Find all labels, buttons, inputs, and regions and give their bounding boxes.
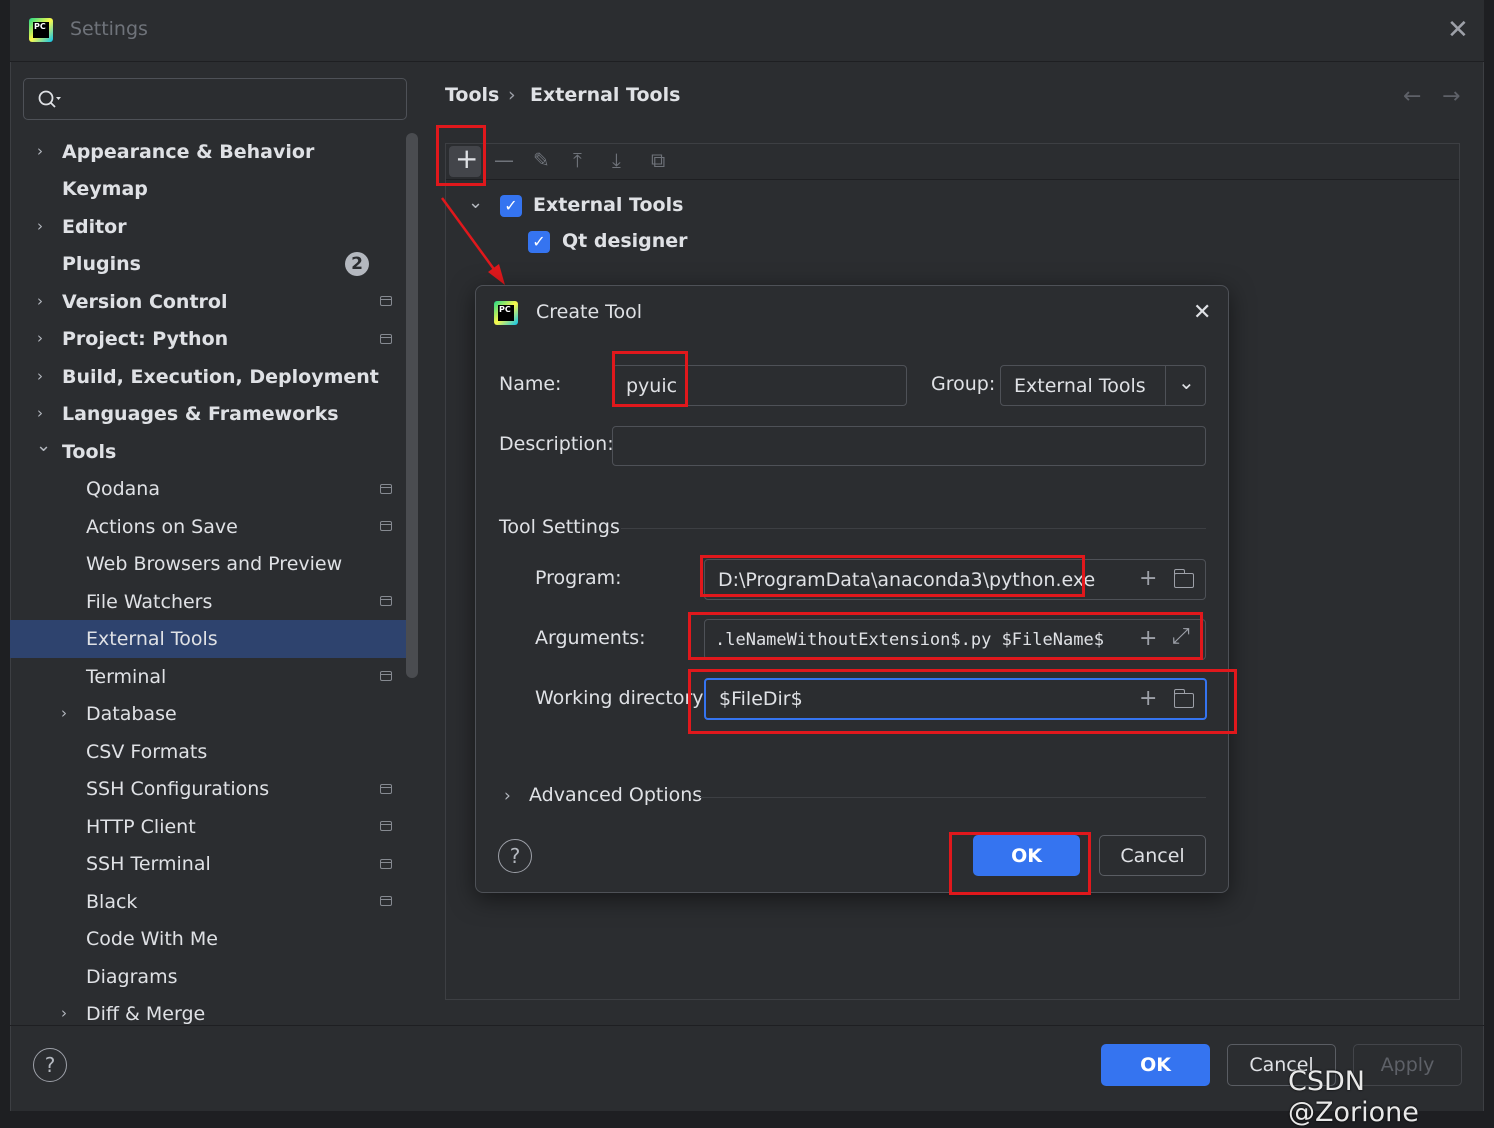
sidebar-item-ssh-terminal[interactable]: SSH Terminal bbox=[86, 846, 211, 882]
dialog-cancel-button[interactable]: Cancel bbox=[1099, 835, 1206, 876]
project-level-icon bbox=[380, 596, 392, 606]
chevron-down-icon[interactable]: ⌄ bbox=[1178, 370, 1195, 394]
breadcrumb-tools[interactable]: Tools bbox=[445, 84, 499, 106]
advanced-options-toggle[interactable]: Advanced Options bbox=[529, 784, 702, 806]
name-label: Name: bbox=[499, 373, 562, 395]
dialog-title: Create Tool bbox=[536, 301, 643, 323]
chevron-right-icon[interactable]: › bbox=[61, 1004, 67, 1022]
sidebar-item-black[interactable]: Black bbox=[86, 884, 137, 920]
sidebar-item-external-tools[interactable]: External Tools bbox=[86, 621, 218, 657]
project-level-icon bbox=[380, 821, 392, 831]
annotation-box-name bbox=[612, 351, 688, 407]
sidebar-item-diagrams[interactable]: Diagrams bbox=[86, 959, 177, 995]
sidebar-item-keymap[interactable]: Keymap bbox=[62, 171, 148, 207]
project-level-icon bbox=[380, 896, 392, 906]
project-level-icon bbox=[380, 859, 392, 869]
combo-divider bbox=[1165, 366, 1166, 405]
chevron-right-icon[interactable]: › bbox=[37, 404, 43, 422]
chevron-right-icon[interactable]: › bbox=[61, 704, 67, 722]
settings-ok-button[interactable]: OK bbox=[1101, 1044, 1210, 1086]
sidebar-item-diff-merge[interactable]: Diff & Merge bbox=[86, 996, 205, 1025]
group-label: Group: bbox=[931, 373, 996, 395]
annotation-box-working-directory bbox=[688, 669, 1237, 734]
annotation-box-program bbox=[700, 555, 1085, 597]
annotation-box-add bbox=[436, 125, 486, 186]
tool-settings-label: Tool Settings bbox=[499, 516, 620, 538]
dialog-help-icon[interactable]: ? bbox=[498, 839, 532, 873]
annotation-arrow bbox=[440, 197, 505, 285]
project-level-icon bbox=[380, 334, 392, 344]
annotation-box-ok bbox=[949, 832, 1091, 895]
group-combobox[interactable]: External Tools bbox=[1000, 365, 1206, 406]
remove-icon[interactable]: — bbox=[494, 148, 514, 172]
sidebar-item-file-watchers[interactable]: File Watchers bbox=[86, 584, 212, 620]
tree-group-external-tools[interactable]: External Tools bbox=[533, 194, 683, 216]
sidebar-item-project[interactable]: Project: Python bbox=[62, 321, 228, 357]
search-icon bbox=[38, 90, 61, 108]
edit-icon[interactable]: ✎ bbox=[533, 148, 550, 172]
project-level-icon bbox=[380, 784, 392, 794]
arguments-label: Arguments: bbox=[535, 627, 646, 649]
project-level-icon bbox=[380, 521, 392, 531]
sidebar-item-database[interactable]: Database bbox=[86, 696, 177, 732]
csdn-watermark: CSDN @Zorione bbox=[1288, 1066, 1419, 1128]
breadcrumb-current: External Tools bbox=[530, 84, 681, 106]
breadcrumb-separator: › bbox=[508, 84, 516, 106]
insert-macro-icon[interactable]: + bbox=[1139, 568, 1157, 590]
plugins-update-badge: 2 bbox=[345, 252, 369, 276]
sidebar-item-csv-formats[interactable]: CSV Formats bbox=[86, 734, 207, 770]
move-up-icon[interactable]: ⤒ bbox=[573, 148, 582, 172]
window-title: Settings bbox=[70, 18, 148, 40]
arrow-left-icon[interactable]: ← bbox=[1403, 84, 1421, 109]
sidebar-item-code-with-me[interactable]: Code With Me bbox=[86, 921, 218, 957]
chevron-right-icon[interactable]: › bbox=[37, 329, 43, 347]
chevron-right-icon[interactable]: › bbox=[37, 367, 43, 385]
window-close-icon[interactable]: ✕ bbox=[1447, 17, 1469, 43]
dialog-close-icon[interactable]: ✕ bbox=[1193, 302, 1211, 324]
chevron-right-icon[interactable]: › bbox=[37, 217, 43, 235]
copy-icon[interactable]: ⧉ bbox=[651, 148, 665, 172]
chevron-right-icon[interactable]: › bbox=[37, 292, 43, 310]
sidebar-item-http-client[interactable]: HTTP Client bbox=[86, 809, 196, 845]
sidebar-item-qodana[interactable]: Qodana bbox=[86, 471, 160, 507]
tools-toolbar bbox=[446, 144, 1459, 180]
settings-sidebar: Appearance & Behavior › Keymap Editor › … bbox=[10, 133, 406, 1025]
sidebar-item-editor[interactable]: Editor bbox=[62, 209, 127, 245]
sidebar-item-appearance[interactable]: Appearance & Behavior bbox=[62, 134, 314, 170]
tool-settings-separator bbox=[621, 528, 1206, 529]
sidebar-item-web-browsers[interactable]: Web Browsers and Preview bbox=[86, 546, 342, 582]
qt-designer-checkbox[interactable]: ✓ bbox=[528, 231, 550, 253]
pycharm-logo-icon: PC bbox=[29, 18, 53, 42]
working-directory-label: Working directory: bbox=[535, 687, 709, 709]
settings-help-icon[interactable]: ? bbox=[33, 1048, 67, 1082]
sidebar-item-actions-on-save[interactable]: Actions on Save bbox=[86, 509, 238, 545]
sidebar-item-terminal[interactable]: Terminal bbox=[86, 659, 166, 695]
footer-separator bbox=[10, 1025, 1484, 1026]
move-down-icon[interactable]: ⤓ bbox=[612, 148, 621, 172]
sidebar-item-plugins[interactable]: Plugins bbox=[62, 246, 141, 282]
sidebar-item-languages[interactable]: Languages & Frameworks bbox=[62, 396, 339, 432]
sidebar-item-ssh-configurations[interactable]: SSH Configurations bbox=[86, 771, 269, 807]
advanced-separator bbox=[700, 797, 1206, 798]
settings-search-input[interactable] bbox=[23, 78, 407, 120]
program-label: Program: bbox=[535, 567, 622, 589]
project-level-icon bbox=[380, 671, 392, 681]
sidebar-item-build[interactable]: Build, Execution, Deployment bbox=[62, 359, 379, 395]
project-level-icon bbox=[380, 484, 392, 494]
sidebar-scrollbar[interactable] bbox=[406, 133, 418, 678]
chevron-right-icon[interactable]: › bbox=[37, 142, 43, 160]
chevron-right-icon[interactable]: › bbox=[504, 786, 511, 806]
tree-item-qt-designer[interactable]: Qt designer bbox=[562, 230, 688, 252]
arrow-right-icon[interactable]: → bbox=[1442, 84, 1460, 109]
annotation-box-arguments bbox=[688, 612, 1203, 660]
pycharm-logo-icon: PC bbox=[494, 301, 518, 325]
description-label: Description: bbox=[499, 433, 614, 455]
title-bar bbox=[10, 0, 1484, 62]
sidebar-item-version-control[interactable]: Version Control bbox=[62, 284, 227, 320]
sidebar-item-tools[interactable]: Tools bbox=[62, 434, 116, 470]
description-input[interactable] bbox=[612, 426, 1206, 466]
chevron-down-icon[interactable]: ⌄ bbox=[36, 435, 51, 456]
project-level-icon bbox=[380, 296, 392, 306]
folder-icon[interactable] bbox=[1173, 569, 1194, 588]
